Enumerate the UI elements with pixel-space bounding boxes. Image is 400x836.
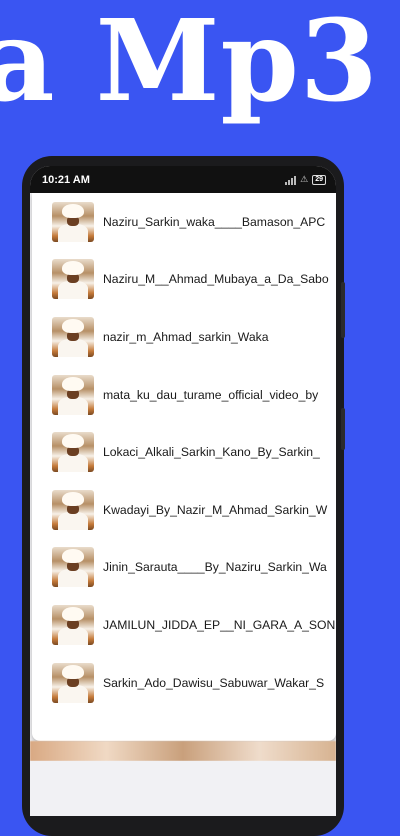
- list-item[interactable]: Lokaci_Alkali_Sarkin_Kano_By_Sarkin_: [32, 423, 336, 481]
- status-icons: ⚠ 29: [285, 174, 326, 185]
- song-thumbnail: [52, 201, 94, 242]
- list-item[interactable]: Naziru_Sarkin_waka____Bamason_APC: [32, 193, 336, 251]
- song-title: Jinin_Sarauta____By_Naziru_Sarkin_Wa: [103, 560, 327, 575]
- list-item[interactable]: Naziru_M__Ahmad_Mubaya_a_Da_Sabo: [32, 251, 336, 309]
- signal-icon: [285, 175, 297, 185]
- list-item[interactable]: JAMILUN_JIDDA_EP__NI_GARA_A_SON: [32, 596, 336, 654]
- promo-banner-title: a Mp3: [0, 0, 379, 127]
- song-thumbnail: [52, 259, 94, 300]
- song-list[interactable]: Naziru_Sarkin_waka____Bamason_APC Naziru…: [32, 193, 336, 741]
- song-title: Naziru_Sarkin_waka____Bamason_APC: [103, 214, 326, 229]
- song-thumbnail: [52, 374, 94, 415]
- background-image-strip: [30, 741, 336, 761]
- song-title: nazir_m_Ahmad_sarkin_Waka: [103, 329, 269, 344]
- song-title: Sarkin_Ado_Dawisu_Sabuwar_Wakar_S: [103, 675, 325, 690]
- song-thumbnail: [52, 432, 94, 473]
- song-title: JAMILUN_JIDDA_EP__NI_GARA_A_SON: [103, 617, 336, 632]
- list-item[interactable]: mata_ku_dau_turame_official_video_by: [32, 366, 336, 424]
- list-item[interactable]: Kwadayi_By_Nazir_M_Ahmad_Sarkin_W: [32, 481, 336, 539]
- song-thumbnail: [52, 316, 94, 357]
- phone-volume-button: [341, 282, 345, 338]
- list-item[interactable]: Sarkin_Ado_Dawisu_Sabuwar_Wakar_S: [32, 654, 336, 712]
- bottom-area: [30, 761, 336, 816]
- list-item[interactable]: nazir_m_Ahmad_sarkin_Waka: [32, 308, 336, 366]
- alert-icon: ⚠: [300, 174, 309, 184]
- song-thumbnail: [52, 547, 94, 588]
- song-title: Kwadayi_By_Nazir_M_Ahmad_Sarkin_W: [103, 502, 328, 517]
- song-thumbnail: [52, 662, 94, 703]
- song-title: Naziru_M__Ahmad_Mubaya_a_Da_Sabo: [103, 272, 329, 287]
- phone-power-button: [341, 408, 345, 450]
- song-thumbnail: [52, 489, 94, 530]
- battery-icon: 29: [312, 174, 326, 185]
- song-title: Lokaci_Alkali_Sarkin_Kano_By_Sarkin_: [103, 445, 320, 460]
- status-time: 10:21 AM: [42, 173, 90, 186]
- phone-screen: 10:21 AM ⚠ 29 Naziru_Sarkin_waka____Bama…: [30, 166, 336, 816]
- list-item[interactable]: Jinin_Sarauta____By_Naziru_Sarkin_Wa: [32, 539, 336, 597]
- song-title: mata_ku_dau_turame_official_video_by: [103, 387, 319, 402]
- song-thumbnail: [52, 604, 94, 645]
- status-bar: 10:21 AM ⚠ 29: [30, 166, 336, 193]
